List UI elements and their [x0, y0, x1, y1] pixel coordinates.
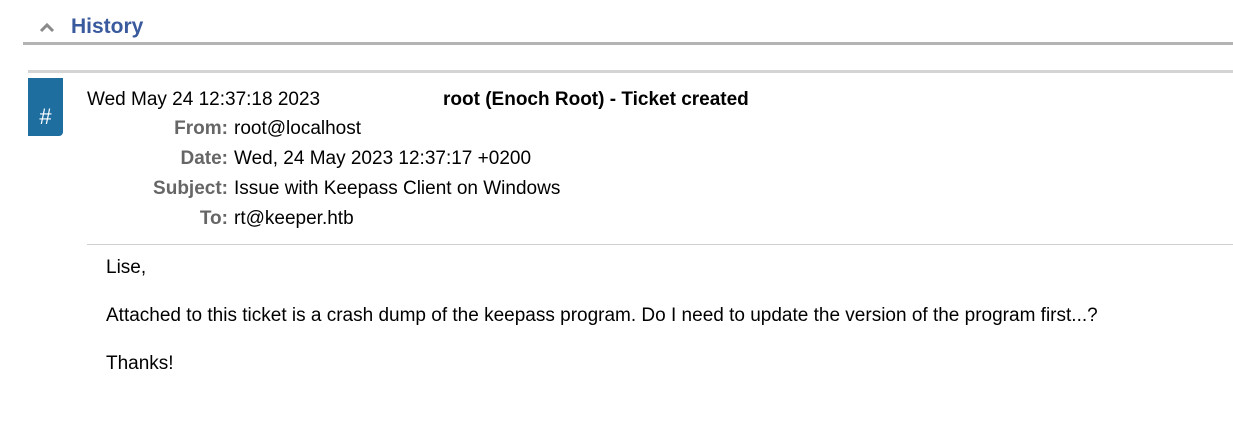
header-value: Issue with Keepass Client on Windows — [234, 178, 561, 199]
header-value: rt@keeper.htb — [234, 208, 354, 229]
header-row-from: From: root@localhost — [87, 118, 687, 148]
transaction-permalink[interactable]: # — [28, 78, 63, 136]
transaction-divider — [28, 70, 1233, 73]
history-section-header: History — [23, 8, 1233, 45]
message-paragraph: Attached to this ticket is a crash dump … — [106, 305, 1098, 326]
header-label: To: — [199, 208, 228, 229]
header-label: Date: — [180, 148, 228, 169]
ticket-history-page: History # Wed May 24 12:37:18 2023 root … — [0, 0, 1233, 421]
message-body-divider — [87, 244, 1233, 245]
header-row-subject: Subject: Issue with Keepass Client on Wi… — [87, 178, 687, 208]
chevron-up-icon[interactable] — [38, 20, 56, 34]
transaction-date: Wed May 24 12:37:18 2023 — [87, 89, 321, 110]
message-headers: From: root@localhost Date: Wed, 24 May 2… — [87, 118, 687, 238]
header-row-to: To: rt@keeper.htb — [87, 208, 687, 238]
transaction-description: root (Enoch Root) - Ticket created — [443, 89, 749, 110]
message-paragraph: Lise, — [106, 257, 147, 278]
header-value: Wed, 24 May 2023 12:37:17 +0200 — [234, 148, 532, 169]
message-body: Lise, Attached to this ticket is a crash… — [106, 257, 1206, 401]
message-paragraph: Thanks! — [106, 353, 174, 374]
header-label: From: — [174, 118, 228, 139]
header-row-date: Date: Wed, 24 May 2023 12:37:17 +0200 — [87, 148, 687, 178]
header-label: Subject: — [153, 178, 228, 199]
history-title[interactable]: History — [71, 15, 143, 39]
header-value: root@localhost — [234, 118, 362, 139]
